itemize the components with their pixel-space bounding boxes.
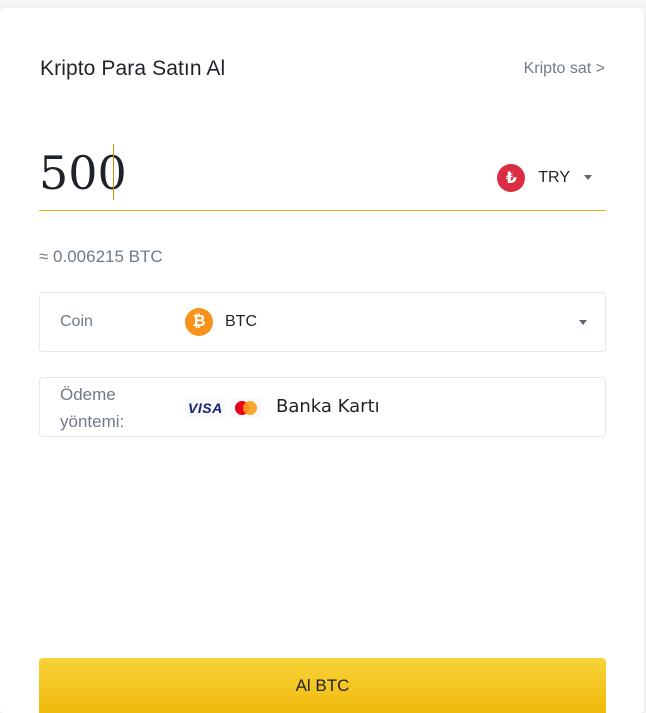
page-title: Kripto Para Satın Al: [40, 57, 226, 80]
text-caret: [113, 144, 114, 200]
amount-input[interactable]: 500: [39, 143, 129, 203]
amount-input-row: 500 ₺ TRY: [39, 141, 606, 211]
currency-code: TRY: [538, 169, 570, 186]
mastercard-logo-icon: [231, 398, 261, 418]
payment-method-selector[interactable]: Ödeme yöntemi: VISA Banka Kartı: [39, 377, 606, 437]
bitcoin-icon: ₿: [185, 308, 213, 336]
sell-crypto-link[interactable]: Kripto sat >: [524, 60, 605, 78]
caret-down-icon: [579, 320, 587, 325]
buy-btc-button[interactable]: Al BTC: [39, 658, 606, 713]
caret-down-icon: [584, 174, 592, 180]
turkish-lira-icon: ₺: [497, 164, 526, 192]
payment-method-name: Banka Kartı: [276, 396, 380, 417]
payment-method-label: Ödeme yöntemi:: [60, 385, 125, 431]
visa-logo-icon: VISA: [186, 399, 225, 417]
coin-selector[interactable]: Coin ₿ BTC: [39, 292, 606, 352]
coin-label: Coin: [60, 313, 93, 330]
estimated-btc-amount: ≈ 0.006215 BTC: [39, 247, 163, 266]
currency-selector[interactable]: ₺ TRY: [497, 164, 592, 192]
buy-crypto-card: Kripto Para Satın Al Kripto sat >: [0, 8, 644, 713]
coin-name: BTC: [225, 313, 257, 330]
